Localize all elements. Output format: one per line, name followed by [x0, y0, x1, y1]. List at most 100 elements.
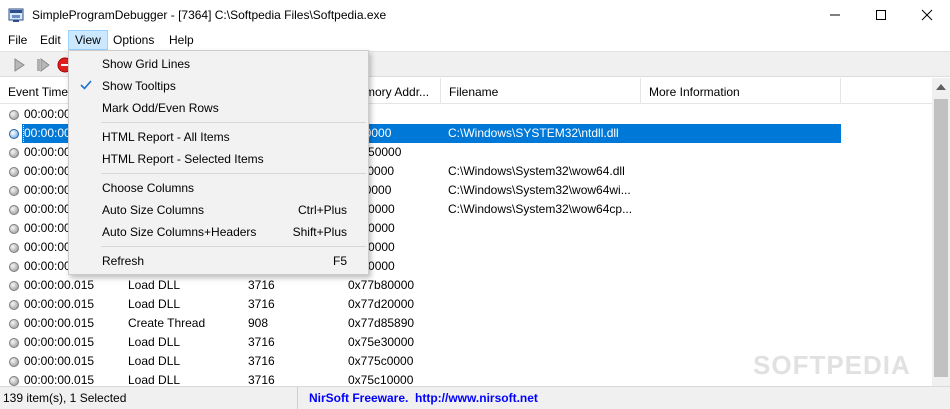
step-icon[interactable]	[34, 56, 52, 74]
event-status-icon	[9, 281, 19, 291]
cell-thread-id: 3716	[248, 297, 275, 311]
title-bar: SimpleProgramDebugger - [7364] C:\Softpe…	[0, 0, 950, 30]
event-status-icon	[9, 338, 19, 348]
event-status-icon	[9, 148, 19, 158]
cell-thread-id: 3716	[248, 354, 275, 368]
event-status-icon	[9, 167, 19, 177]
cell-filename	[448, 352, 638, 371]
cell-event-type: Load DLL	[128, 278, 181, 292]
cell-filename	[448, 276, 638, 295]
cell-memory-address: 0x77d20000	[348, 297, 415, 311]
cell-memory-address: 0x75e30000	[348, 335, 415, 349]
menu-item-auto-size-columns-headers[interactable]: Auto Size Columns+Headers Shift+Plus	[71, 221, 366, 243]
event-status-icon	[9, 300, 19, 310]
menu-item-choose-columns[interactable]: Choose Columns	[71, 177, 366, 199]
cell-filename: C:\Windows\System32\wow64.dll	[448, 164, 625, 178]
event-status-icon	[9, 376, 19, 386]
menu-item-show-tooltips[interactable]: Show Tooltips	[71, 75, 366, 97]
item-count: 139 item(s), 1 Selected	[0, 387, 298, 409]
menu-help[interactable]: Help	[163, 30, 200, 50]
cell-event-time: 00:00:00	[24, 202, 71, 216]
event-status-icon	[9, 205, 19, 215]
menu-separator	[101, 246, 366, 247]
event-status-icon	[9, 243, 19, 253]
cell-memory-address: 0x77d85890	[348, 316, 415, 330]
menu-item-mark-odd-even-rows[interactable]: Mark Odd/Even Rows	[71, 97, 366, 119]
cell-event-type: Load DLL	[128, 297, 181, 311]
cell-filename	[448, 219, 638, 238]
menu-separator	[101, 122, 366, 123]
cell-memory-address: 0x775c0000	[348, 354, 414, 368]
event-status-icon	[9, 186, 19, 196]
event-status-icon	[9, 224, 19, 234]
cell-filename: C:\Windows\System32\wow64cp...	[448, 202, 633, 216]
view-menu: Show Grid Lines Show Tooltips Mark Odd/E…	[68, 50, 369, 275]
event-status-icon	[9, 357, 19, 367]
minimize-icon	[830, 14, 840, 16]
column-more-information[interactable]: More Information	[641, 78, 841, 104]
status-bar: 139 item(s), 1 Selected NirSoft Freeware…	[0, 386, 950, 409]
cell-event-time: 00:00:00	[24, 183, 71, 197]
event-status-icon	[9, 262, 19, 272]
maximize-icon	[876, 10, 886, 20]
cell-thread-id: 3716	[248, 278, 275, 292]
cell-filename: C:\Windows\System32\wow64wi...	[448, 183, 631, 197]
cell-event-time: 00:00:00.015	[24, 297, 95, 311]
run-icon[interactable]	[10, 56, 28, 74]
cell-event-type: Load DLL	[128, 335, 181, 349]
table-row[interactable]: 00:00:00.015 Create Thread 908 0x77d85890	[0, 314, 932, 333]
menu-item-show-grid-lines[interactable]: Show Grid Lines	[71, 53, 366, 75]
cell-memory-address: 0x75c10000	[348, 373, 414, 386]
minimize-button[interactable]	[812, 0, 858, 30]
column-filename[interactable]: Filename	[441, 78, 641, 104]
cell-filename: C:\Windows\SYSTEM32\ntdll.dll	[448, 126, 619, 140]
cell-event-time: 00:00:00.015	[24, 373, 95, 386]
cell-filename	[448, 333, 638, 352]
column-event-time[interactable]: Event Time	[0, 78, 72, 104]
cell-event-time: 00:00:00.015	[24, 354, 95, 368]
cell-event-time: 00:00:00	[24, 259, 71, 273]
cell-event-time: 00:00:00.015	[24, 316, 95, 330]
menu-item-auto-size-columns[interactable]: Auto Size Columns Ctrl+Plus	[71, 199, 366, 221]
app-icon	[8, 8, 24, 22]
cell-thread-id: 908	[248, 316, 269, 330]
cell-filename	[448, 105, 638, 124]
menu-item-html-report-all[interactable]: HTML Report - All Items	[71, 126, 366, 148]
event-status-icon	[9, 129, 19, 139]
cell-event-type: Load DLL	[128, 373, 181, 386]
table-row[interactable]: 00:00:00.015 Load DLL 3716 0x77d20000	[0, 295, 932, 314]
cell-event-type: Create Thread	[128, 316, 206, 330]
vertical-scrollbar[interactable]	[932, 78, 950, 386]
cell-filename	[448, 295, 638, 314]
cell-event-time: 00:00:00	[24, 107, 71, 121]
event-status-icon	[9, 110, 19, 120]
menu-item-refresh[interactable]: Refresh F5	[71, 250, 366, 272]
maximize-button[interactable]	[858, 0, 904, 30]
nirsoft-link[interactable]: NirSoft Freeware. http://www.nirsoft.net	[309, 387, 538, 409]
cell-filename	[448, 143, 638, 162]
cell-thread-id: 3716	[248, 335, 275, 349]
cell-event-time: 00:00:00.015	[24, 335, 95, 349]
softpedia-watermark: SOFTPEDIA	[753, 350, 911, 380]
table-row[interactable]: 00:00:00.015 Load DLL 3716 0x77b80000	[0, 276, 932, 295]
menu-edit[interactable]: Edit	[34, 30, 67, 50]
menu-options[interactable]: Options	[107, 30, 160, 50]
cell-event-time: 00:00:00	[23, 123, 74, 144]
cell-filename	[448, 257, 638, 276]
cell-thread-id: 3716	[248, 373, 275, 386]
cell-event-time: 00:00:00	[24, 221, 71, 235]
cell-event-time: 00:00:00	[24, 164, 71, 178]
menu-file[interactable]: File	[2, 30, 33, 50]
cell-event-time: 00:00:00	[24, 145, 71, 159]
menu-bar: File Edit View Options Help	[0, 30, 950, 50]
scroll-up-icon[interactable]	[936, 84, 946, 90]
scrollbar-thumb[interactable]	[934, 99, 948, 377]
close-button[interactable]	[904, 0, 950, 30]
menu-separator	[101, 173, 366, 174]
close-icon	[921, 9, 933, 21]
menu-item-html-report-selected[interactable]: HTML Report - Selected Items	[71, 148, 366, 170]
checkmark-icon	[80, 80, 92, 90]
menu-view[interactable]: View	[68, 30, 108, 50]
event-status-icon	[9, 319, 19, 329]
cell-event-type: Load DLL	[128, 354, 181, 368]
